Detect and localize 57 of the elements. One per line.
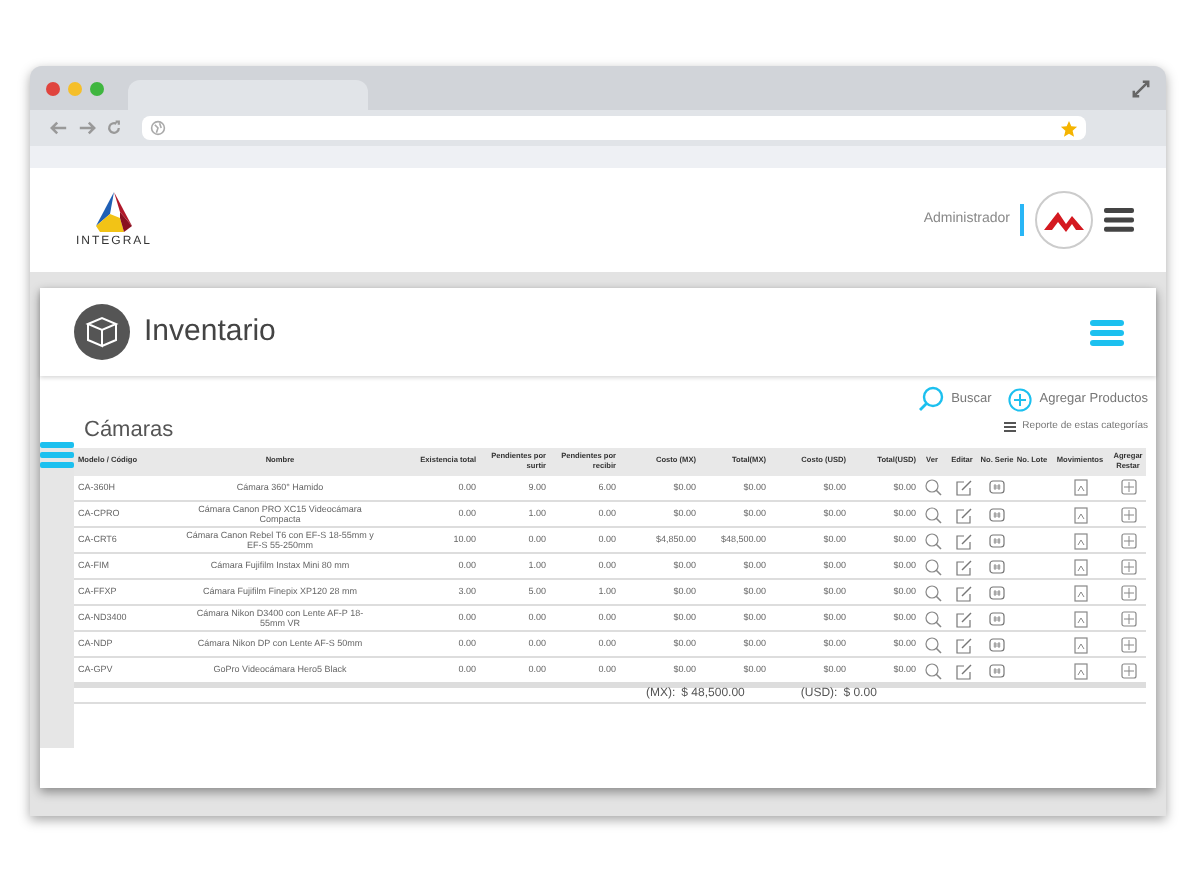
document-icon[interactable] [1071,661,1089,679]
edit-icon[interactable] [953,557,971,575]
edit-icon[interactable] [953,609,971,627]
edit-icon[interactable] [953,505,971,523]
edit-icon[interactable] [953,661,971,679]
hash-icon[interactable] [988,557,1006,575]
sidebar-menu-icon[interactable] [40,441,74,469]
hash-icon[interactable] [988,478,1006,497]
box-icon [72,302,132,362]
list-icon [1004,422,1017,433]
plus-box-icon[interactable] [1119,635,1137,653]
close-icon[interactable] [46,81,60,95]
section-title: Cámaras [84,416,174,446]
plus-box-icon[interactable] [1119,478,1137,497]
hash-icon[interactable] [988,531,1006,549]
hash-icon[interactable] [988,609,1006,627]
document-icon[interactable] [1071,635,1089,653]
plus-box-icon[interactable] [1119,661,1137,679]
forward-icon[interactable] [78,120,96,136]
document-icon[interactable] [1071,557,1089,575]
plus-box-icon[interactable] [1119,531,1137,549]
plus-box-icon[interactable] [1119,557,1137,575]
magnifier-icon[interactable] [923,635,941,653]
magnifier-icon[interactable] [923,478,941,497]
edit-icon[interactable] [953,478,971,497]
page-title: Inventario [144,311,276,352]
maximize-icon[interactable] [90,81,104,95]
plus-box-icon[interactable] [1119,505,1137,523]
magnifier-icon[interactable] [923,557,941,575]
magnifier-icon[interactable] [923,609,941,627]
reload-icon[interactable] [106,120,122,136]
edit-icon[interactable] [953,583,971,601]
document-icon[interactable] [1071,583,1089,601]
hash-icon[interactable] [988,661,1006,679]
hash-icon[interactable] [988,635,1006,653]
add-icon[interactable] [1007,387,1032,411]
edit-icon[interactable] [953,635,971,653]
plus-box-icon[interactable] [1119,583,1137,601]
magnifier-icon[interactable] [923,661,941,679]
menu-icon[interactable] [1104,208,1134,232]
hash-icon[interactable] [988,583,1006,601]
search-icon[interactable] [917,386,944,412]
document-icon[interactable] [1071,531,1089,549]
back-icon[interactable] [50,120,68,136]
document-icon[interactable] [1071,478,1089,497]
avatar-icon[interactable] [1034,190,1094,250]
expand-icon[interactable] [1132,79,1150,97]
hash-icon[interactable] [988,505,1006,523]
edit-icon[interactable] [953,531,971,549]
globe-icon [150,120,166,136]
document-icon[interactable] [1071,609,1089,627]
magnifier-icon[interactable] [923,531,941,549]
magnifier-icon[interactable] [923,505,941,523]
star-icon[interactable] [1060,119,1078,137]
document-icon[interactable] [1071,505,1089,523]
plus-box-icon[interactable] [1119,609,1137,627]
magnifier-icon[interactable] [923,583,941,601]
